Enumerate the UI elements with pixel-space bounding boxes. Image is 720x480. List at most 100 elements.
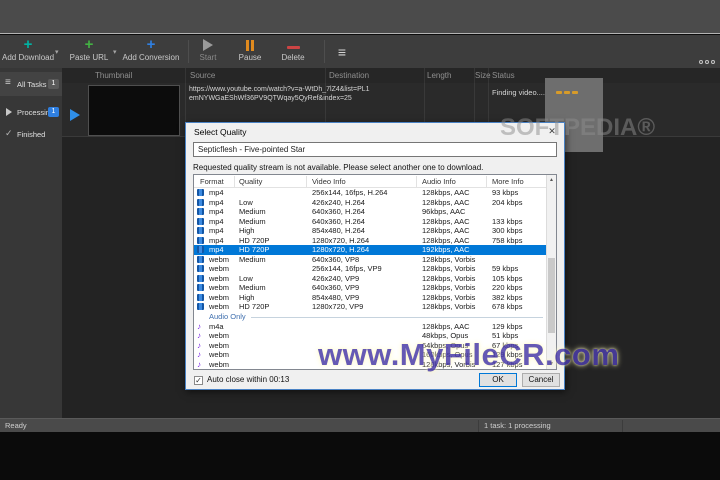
dialog-message: Requested quality stream is not availabl… bbox=[193, 163, 484, 172]
app-window: + Add Download ▾ + Paste URL ▾ + Add Con… bbox=[0, 0, 720, 480]
quality-row[interactable]: mp4 Medium 640x360, H.264 128kbps, AAC 133 k… bbox=[194, 217, 547, 227]
cell-video: 1280x720, H.264 bbox=[312, 245, 370, 254]
quality-row[interactable]: mp4 HD 720P 1280x720, H.264 192kbps, AAC bbox=[194, 245, 547, 255]
pause-button[interactable]: Pause bbox=[232, 37, 268, 66]
pause-icon bbox=[232, 37, 268, 52]
all-tasks-label: All Tasks bbox=[17, 80, 47, 89]
cell-more: 129 kbps bbox=[492, 350, 523, 359]
cell-audio: 128kbps, Vorbis bbox=[422, 302, 476, 311]
column-more-info[interactable]: More Info bbox=[492, 177, 524, 186]
quality-row[interactable]: webm Medium 640x360, VP9 128kbps, Vorbis 220… bbox=[194, 283, 547, 293]
quality-row[interactable]: webm HD 720P 1280x720, VP9 128kbps, Vorbis 6… bbox=[194, 302, 547, 312]
paste-url-label: Paste URL bbox=[69, 53, 109, 62]
list-icon: ≡ bbox=[5, 77, 11, 88]
paste-url-caret-icon[interactable]: ▾ bbox=[113, 48, 117, 56]
music-note-icon: ♪ bbox=[197, 321, 201, 331]
column-status[interactable]: Status bbox=[492, 71, 515, 80]
add-download-caret-icon[interactable]: ▾ bbox=[55, 48, 59, 56]
column-thumbnail[interactable]: Thumbnail bbox=[95, 71, 132, 80]
audio-quality-row[interactable]: ♪ webm 128kbps, Vorbis 127 kbps bbox=[194, 360, 547, 370]
column-quality[interactable]: Quality bbox=[239, 177, 262, 186]
cell-more: 204 kbps bbox=[492, 197, 523, 207]
quality-row[interactable]: webm Medium 640x360, VP8 128kbps, Vorbis bbox=[194, 255, 547, 265]
cell-format: webm bbox=[209, 283, 230, 292]
add-download-button[interactable]: + Add Download bbox=[2, 37, 54, 66]
cell-format: mp4 bbox=[209, 226, 224, 235]
cell-audio: 128kbps, Vorbis bbox=[422, 292, 476, 302]
plus-icon: + bbox=[84, 36, 94, 53]
task-play-icon[interactable] bbox=[70, 109, 80, 121]
quality-row[interactable]: webm High 854x480, VP9 128kbps, Vorbis 382 k… bbox=[194, 293, 547, 303]
scroll-up-icon[interactable]: ▲ bbox=[547, 175, 556, 185]
header-divider bbox=[486, 176, 487, 187]
video-format-icon bbox=[197, 198, 204, 206]
close-icon[interactable]: ✕ bbox=[545, 125, 559, 138]
cell-more: 105 kbps bbox=[492, 273, 523, 283]
minus-icon bbox=[275, 37, 311, 52]
hamburger-menu-button[interactable]: ≡ bbox=[332, 44, 352, 60]
cell-video: 640x360, VP8 bbox=[312, 254, 360, 264]
cell-audio: 128kbps, Vorbis bbox=[422, 359, 476, 369]
audio-quality-row[interactable]: ♪ webm 48kbps, Opus 51 kbps bbox=[194, 331, 547, 341]
quality-row[interactable]: mp4 HD 720P 1280x720, H.264 128kbps, AAC 758… bbox=[194, 236, 547, 246]
cell-video: 256x144, 16fps, H.264 bbox=[312, 188, 388, 197]
scrollbar[interactable]: ▲ ▼ bbox=[546, 175, 556, 369]
column-audio-info[interactable]: Audio Info bbox=[422, 177, 456, 186]
video-format-icon bbox=[197, 227, 204, 235]
auto-close-checkbox[interactable]: ✓ bbox=[194, 376, 203, 385]
quality-row[interactable]: mp4 Low 426x240, H.264 128kbps, AAC 204 kbps bbox=[194, 198, 547, 208]
video-format-icon bbox=[197, 274, 204, 282]
sidebar-item-all-tasks[interactable]: ≡ All Tasks 1 bbox=[0, 72, 62, 96]
quality-row[interactable]: mp4 High 854x480, H.264 128kbps, AAC 300 kbp… bbox=[194, 226, 547, 236]
sidebar-item-finished[interactable]: ✓ Finished bbox=[0, 122, 62, 146]
cancel-button[interactable]: Cancel bbox=[522, 373, 560, 387]
cell-format: m4a bbox=[209, 321, 224, 331]
cell-format: mp4 bbox=[209, 235, 224, 245]
header-divider bbox=[234, 176, 235, 187]
quality-row[interactable]: webm 256x144, 16fps, VP9 128kbps, Vorbis 59… bbox=[194, 264, 547, 274]
video-format-icon bbox=[197, 284, 204, 292]
ok-button[interactable]: OK bbox=[479, 373, 517, 387]
scrollbar-thumb[interactable] bbox=[548, 258, 555, 333]
cell-quality: HD 720P bbox=[239, 302, 270, 311]
video-format-icon bbox=[197, 293, 204, 301]
cell-quality: Medium bbox=[239, 207, 266, 216]
column-source[interactable]: Source bbox=[190, 71, 215, 80]
quality-row[interactable]: mp4 256x144, 16fps, H.264 128kbps, AAC 93 k… bbox=[194, 188, 547, 198]
cell-audio: 128kbps, AAC bbox=[422, 321, 470, 331]
scroll-down-icon[interactable]: ▼ bbox=[547, 359, 556, 369]
cell-audio: 128kbps, AAC bbox=[422, 197, 470, 207]
select-quality-dialog: Select Quality ✕ Septicflesh - Five-poin… bbox=[185, 122, 565, 390]
column-format[interactable]: Format bbox=[200, 177, 224, 186]
paste-url-button[interactable]: + Paste URL bbox=[66, 37, 112, 66]
cell-audio: 128kbps, AAC bbox=[422, 216, 470, 226]
cell-format: mp4 bbox=[209, 197, 224, 207]
statusbar-divider bbox=[478, 420, 479, 432]
cell-quality: Medium bbox=[239, 254, 266, 264]
cell-format: webm bbox=[209, 359, 230, 369]
video-title-field[interactable]: Septicflesh - Five-pointed Star bbox=[193, 142, 557, 157]
start-label: Start bbox=[199, 53, 217, 62]
cell-more: 127 kbps bbox=[492, 359, 523, 369]
status-ready: Ready bbox=[5, 421, 27, 430]
column-length[interactable]: Length bbox=[427, 71, 451, 80]
column-video-info[interactable]: Video Info bbox=[312, 177, 346, 186]
cell-more: 220 kbps bbox=[492, 283, 523, 292]
start-button[interactable]: Start bbox=[192, 37, 224, 66]
quality-row[interactable]: webm Low 426x240, VP9 128kbps, Vorbis 105 kb… bbox=[194, 274, 547, 284]
dot-icon bbox=[699, 60, 703, 64]
more-options-button[interactable] bbox=[697, 51, 715, 69]
audio-quality-row[interactable]: ♪ m4a 128kbps, AAC 129 kbps bbox=[194, 322, 547, 332]
cell-video: 640x360, H.264 bbox=[312, 207, 365, 216]
finished-label: Finished bbox=[17, 130, 46, 139]
delete-button[interactable]: Delete bbox=[275, 37, 311, 66]
quality-row[interactable]: mp4 Medium 640x360, H.264 96kbps, AAC bbox=[194, 207, 547, 217]
sidebar-item-processing[interactable]: Processing 1 bbox=[0, 100, 62, 124]
pause-label: Pause bbox=[238, 53, 262, 62]
audio-quality-row[interactable]: ♪ webm 64kbps, Opus 67 kbps bbox=[194, 341, 547, 351]
add-conversion-button[interactable]: + Add Conversion bbox=[120, 37, 182, 66]
column-destination[interactable]: Destination bbox=[329, 71, 369, 80]
check-icon: ✓ bbox=[5, 128, 13, 138]
audio-quality-row[interactable]: ♪ webm 160kbps, Opus 129 kbps bbox=[194, 350, 547, 360]
cell-format: webm bbox=[209, 273, 230, 283]
